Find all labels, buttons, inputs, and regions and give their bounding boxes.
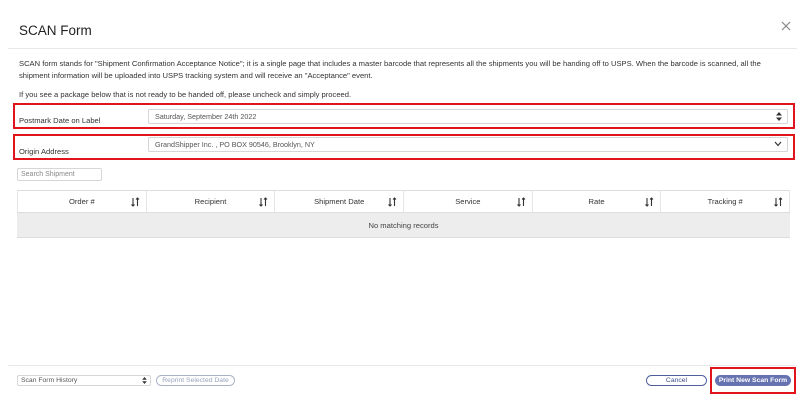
- cancel-button[interactable]: Cancel: [646, 375, 707, 386]
- origin-address-value: GrandShipper Inc. , PO BOX 90546, Brookl…: [155, 140, 315, 149]
- sort-icon[interactable]: [774, 197, 783, 207]
- reprint-selected-date-button[interactable]: Reprint Selected Date: [156, 375, 235, 386]
- scan-form-history-select[interactable]: Scan Form History: [17, 375, 151, 386]
- column-label: Tracking #: [707, 197, 743, 206]
- table-header: Order # Recipient Shipment Date Service …: [17, 190, 791, 213]
- sort-icon[interactable]: [130, 197, 140, 207]
- description-text: SCAN form stands for "Shipment Confirmat…: [19, 59, 761, 80]
- sort-icon[interactable]: [259, 197, 268, 207]
- search-input[interactable]: Search Shipment: [17, 168, 102, 181]
- column-header-shipment-date[interactable]: Shipment Date: [274, 191, 403, 212]
- select-updown-icon: [776, 112, 782, 121]
- history-select-value: Scan Form History: [21, 377, 78, 384]
- column-label: Recipient: [194, 197, 227, 206]
- column-header-recipient[interactable]: Recipient: [145, 191, 275, 212]
- origin-address-select[interactable]: GrandShipper Inc. , PO BOX 90546, Brookl…: [148, 137, 788, 152]
- column-header-tracking[interactable]: Tracking #: [660, 191, 791, 212]
- instruction-text: If you see a package below that is not r…: [19, 90, 352, 99]
- print-new-scan-form-button[interactable]: Print New Scan Form: [715, 375, 791, 386]
- sort-icon[interactable]: [388, 197, 397, 207]
- column-header-service[interactable]: Service: [403, 191, 532, 212]
- origin-address-row: Origin Address GrandShipper Inc. , PO BO…: [13, 134, 795, 160]
- print-button-highlight: Print New Scan Form: [710, 367, 796, 394]
- postmark-date-row: Postmark Date on Label Saturday, Septemb…: [13, 103, 795, 129]
- footer-divider: [8, 365, 797, 366]
- origin-address-label: Origin Address: [19, 147, 69, 156]
- empty-table-message: No matching records: [17, 213, 790, 238]
- column-label: Shipment Date: [314, 197, 365, 206]
- postmark-date-value: Saturday, September 24th 2022: [155, 112, 257, 121]
- column-label: Order #: [68, 197, 95, 206]
- close-icon[interactable]: [779, 19, 793, 33]
- select-updown-icon: [142, 377, 147, 384]
- postmark-date-select[interactable]: Saturday, September 24th 2022: [148, 109, 788, 124]
- sort-icon[interactable]: [645, 197, 654, 207]
- header-divider: [8, 48, 797, 49]
- column-label: Service: [455, 197, 481, 206]
- column-header-rate[interactable]: Rate: [531, 191, 661, 212]
- column-header-order[interactable]: Order #: [17, 191, 146, 212]
- sort-icon[interactable]: [516, 197, 526, 207]
- column-label: Rate: [588, 197, 605, 206]
- modal-title: SCAN Form: [19, 23, 92, 38]
- shipments-table: Order # Recipient Shipment Date Service …: [17, 190, 791, 238]
- postmark-date-label: Postmark Date on Label: [19, 116, 101, 125]
- chevron-down-icon: [774, 141, 782, 147]
